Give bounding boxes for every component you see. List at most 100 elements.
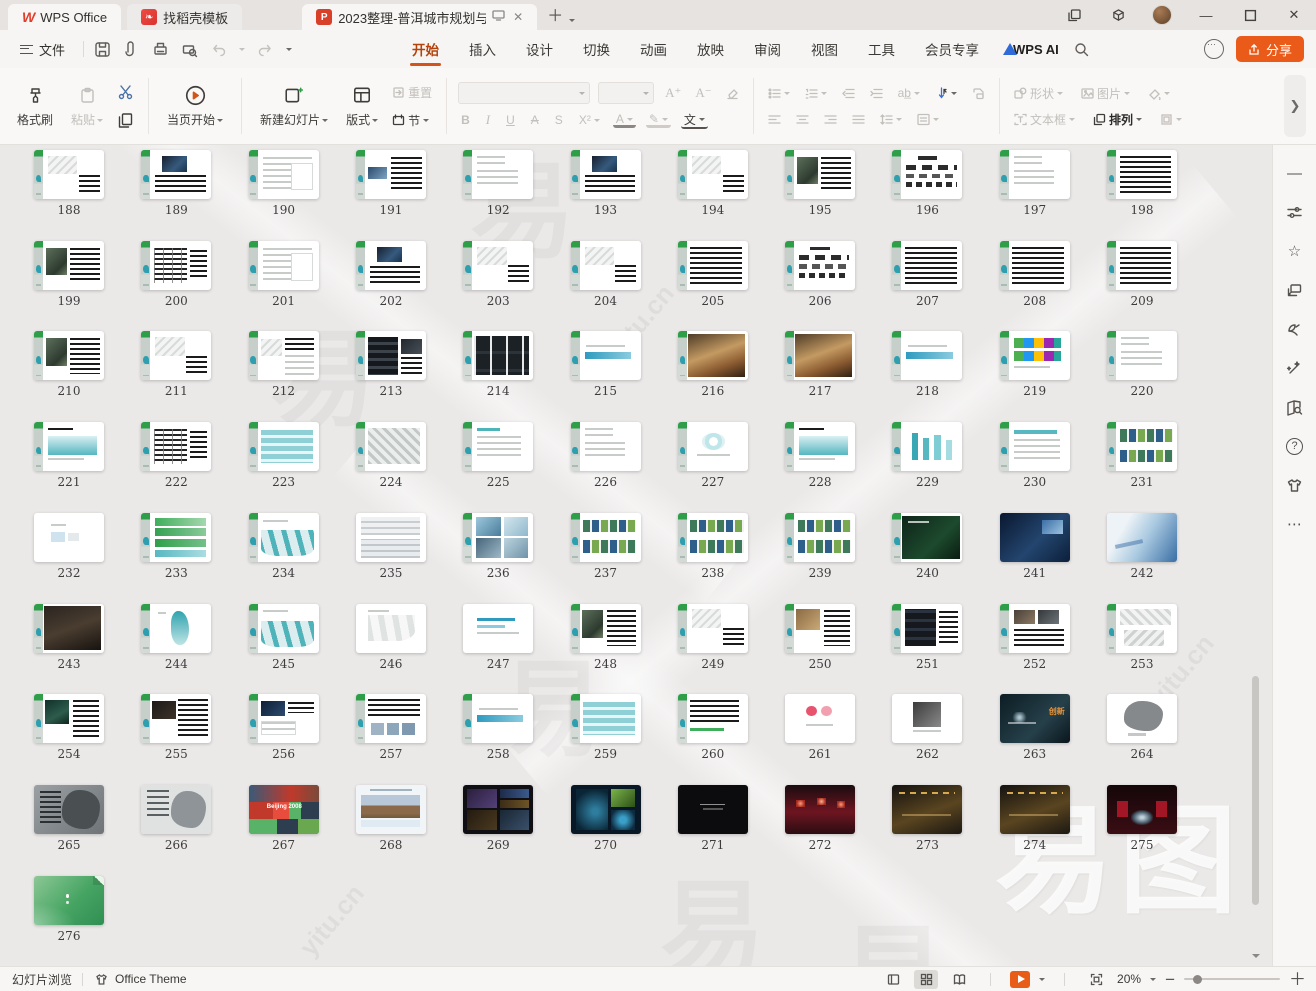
tab-document[interactable]: P 2023整理-普洱城市规划与科技 ✕: [302, 4, 537, 30]
play-from-current-button[interactable]: 当页开始: [160, 80, 230, 132]
shadow-button[interactable]: S: [552, 110, 566, 130]
slide-thumbnail[interactable]: [249, 331, 319, 380]
assistant-icon[interactable]: [1204, 39, 1224, 59]
slide-thumbnail[interactable]: [249, 241, 319, 290]
slide-thumbnail[interactable]: [571, 150, 641, 199]
tab-list-chevron-icon[interactable]: [569, 19, 575, 25]
slide-thumbnail[interactable]: [678, 150, 748, 199]
strikethrough-button[interactable]: A: [528, 110, 542, 130]
slide-thumbnail[interactable]: [463, 150, 533, 199]
export-pdf-icon[interactable]: [123, 41, 140, 58]
slide-thumbnail[interactable]: [356, 513, 426, 562]
slide-thumbnail[interactable]: [356, 150, 426, 199]
new-tab-button[interactable]: ＋: [547, 2, 563, 26]
menu-tab[interactable]: 设计: [524, 30, 555, 68]
properties-sliders-icon[interactable]: [1285, 202, 1305, 222]
find-replace-icon[interactable]: [1285, 397, 1305, 417]
help-icon[interactable]: ?: [1285, 436, 1305, 456]
vertical-scrollbar-thumb[interactable]: [1252, 676, 1259, 905]
menu-tab[interactable]: 插入: [467, 30, 498, 68]
slide-thumbnail[interactable]: [141, 513, 211, 562]
slide-thumbnail[interactable]: [1000, 513, 1070, 562]
slide-sorter-view-button[interactable]: [914, 970, 938, 989]
slide-thumbnail[interactable]: 创新: [1000, 694, 1070, 743]
share-button[interactable]: 分享: [1236, 36, 1304, 62]
slide-thumbnail[interactable]: [463, 331, 533, 380]
align-center-button[interactable]: [793, 109, 812, 129]
skin-theme-icon[interactable]: [1285, 475, 1305, 495]
slide-thumbnail[interactable]: [249, 604, 319, 653]
text-direction-button[interactable]: [932, 83, 960, 103]
normal-view-button[interactable]: [881, 970, 905, 989]
slide-thumbnail[interactable]: [249, 150, 319, 199]
slide-thumbnail[interactable]: [34, 241, 104, 290]
menu-tab[interactable]: 视图: [809, 30, 840, 68]
numbered-list-button[interactable]: [802, 83, 830, 103]
slide-thumbnail[interactable]: [463, 604, 533, 653]
slide-thumbnail[interactable]: [141, 604, 211, 653]
superscript-button[interactable]: X²: [576, 110, 603, 130]
slide-sorter-canvas[interactable]: 易 易 易 易 易 yitu.cn yitu.cn yitu.cn 易图网 18…: [0, 145, 1272, 966]
slide-thumbnail[interactable]: [34, 331, 104, 380]
slide-thumbnail[interactable]: [678, 604, 748, 653]
print-icon[interactable]: [152, 41, 169, 58]
favorites-star-icon[interactable]: ☆: [1285, 241, 1305, 261]
reading-view-button[interactable]: [947, 970, 971, 989]
slide-thumbnail[interactable]: [892, 513, 962, 562]
minimize-button[interactable]: —: [1184, 0, 1228, 30]
slide-thumbnail[interactable]: [892, 785, 962, 834]
slide-thumbnail[interactable]: [678, 513, 748, 562]
convert-to-diagram-icon[interactable]: [969, 83, 988, 103]
slide-thumbnail[interactable]: [678, 422, 748, 471]
underline-button[interactable]: U: [503, 110, 518, 130]
undo-chevron-icon[interactable]: [239, 48, 245, 54]
text-align-vertical-button[interactable]: [914, 109, 942, 129]
font-size-select[interactable]: [598, 82, 654, 104]
zoom-slider[interactable]: [1184, 978, 1280, 980]
slide-thumbnail[interactable]: [249, 513, 319, 562]
slideshow-play-button[interactable]: [1010, 971, 1030, 988]
bullet-list-button[interactable]: [765, 83, 793, 103]
decrease-font-button[interactable]: A⁻: [692, 83, 714, 103]
new-slide-button[interactable]: 新建幻灯片: [253, 80, 335, 132]
paste-button[interactable]: 粘贴: [64, 80, 110, 132]
increase-font-button[interactable]: A⁺: [662, 83, 684, 103]
tab-wps-home[interactable]: W WPS Office: [8, 4, 121, 30]
zoom-out-button[interactable]: −: [1165, 971, 1175, 988]
slide-thumbnail[interactable]: [356, 604, 426, 653]
section-button[interactable]: 节: [389, 110, 435, 130]
slide-thumbnail[interactable]: [249, 422, 319, 471]
beautify-wand-icon[interactable]: [1285, 358, 1305, 378]
format-painter-button[interactable]: 格式刷: [10, 80, 60, 132]
slide-thumbnail[interactable]: [1107, 150, 1177, 199]
zoom-level-chevron-icon[interactable]: [1150, 978, 1156, 984]
slide-thumbnail[interactable]: [356, 785, 426, 834]
justify-button[interactable]: [849, 109, 868, 129]
menu-tab[interactable]: 切换: [581, 30, 612, 68]
slide-layout-button[interactable]: 版式: [339, 80, 385, 132]
zoom-in-button[interactable]: ＋: [1289, 971, 1306, 988]
slide-thumbnail[interactable]: [356, 422, 426, 471]
slide-thumbnail[interactable]: [249, 694, 319, 743]
wps-ai-button[interactable]: WPS AI: [1003, 42, 1059, 57]
decrease-indent-button[interactable]: [839, 83, 858, 103]
slide-thumbnail[interactable]: [141, 241, 211, 290]
slide-thumbnail[interactable]: [463, 785, 533, 834]
slide-thumbnail[interactable]: [34, 604, 104, 653]
menu-tab[interactable]: 动画: [638, 30, 669, 68]
slide-thumbnail[interactable]: [1107, 513, 1177, 562]
slide-thumbnail[interactable]: [785, 785, 855, 834]
font-family-select[interactable]: [458, 82, 590, 104]
slide-thumbnail[interactable]: [34, 694, 104, 743]
collapse-panel-icon[interactable]: —: [1285, 163, 1305, 183]
slide-thumbnail[interactable]: [141, 694, 211, 743]
undo-icon[interactable]: [210, 41, 227, 58]
slide-thumbnail[interactable]: [34, 422, 104, 471]
docer-resources-icon[interactable]: [1285, 319, 1305, 339]
menu-tab[interactable]: 会员专享: [923, 30, 981, 68]
print-preview-icon[interactable]: [181, 41, 198, 58]
arrange-button[interactable]: 排列: [1090, 109, 1145, 129]
menu-tab[interactable]: 放映: [695, 30, 726, 68]
integration-cube-icon[interactable]: [1096, 0, 1140, 30]
screen-share-icon[interactable]: [492, 9, 505, 25]
